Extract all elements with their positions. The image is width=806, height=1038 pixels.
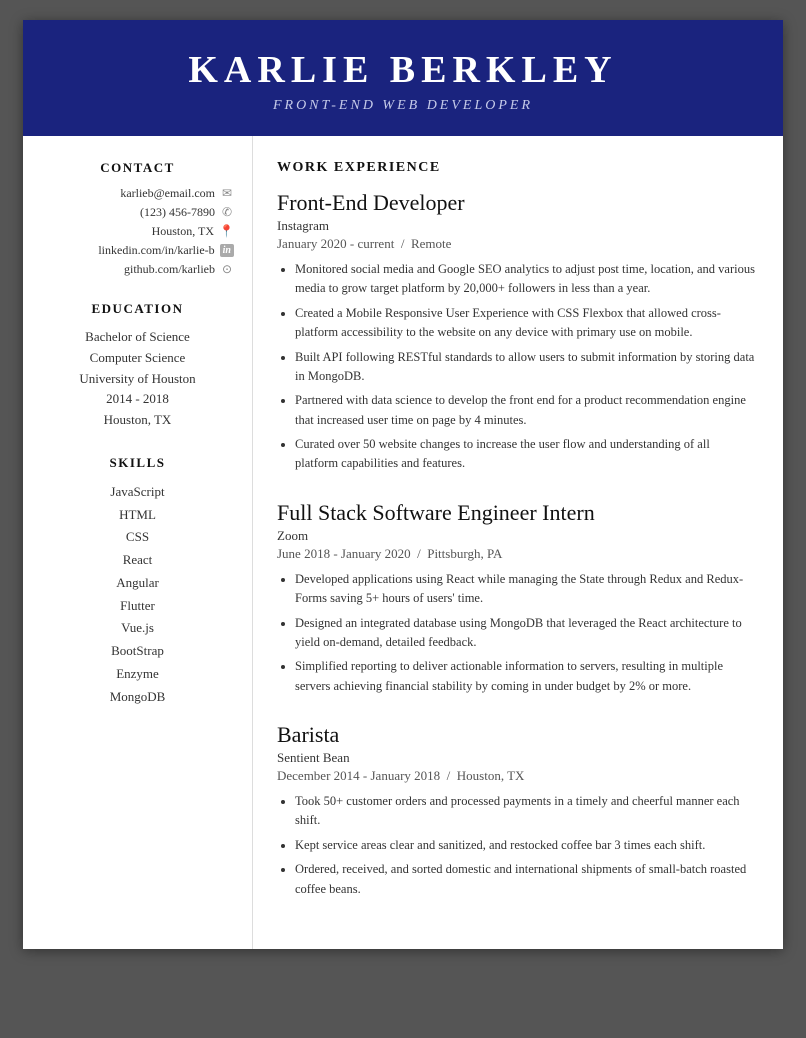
job-3: Barista Sentient Bean December 2014 - Ja… bbox=[277, 722, 755, 899]
job-2-bullet-3: Simplified reporting to deliver actionab… bbox=[295, 657, 755, 696]
work-section-title: WORK EXPERIENCE bbox=[277, 160, 755, 176]
right-column: WORK EXPERIENCE Front-End Developer Inst… bbox=[253, 136, 783, 949]
job-2: Full Stack Software Engineer Intern Zoom… bbox=[277, 500, 755, 696]
skill-flutter: Flutter bbox=[41, 595, 234, 618]
candidate-title: FRONT-END WEB DEVELOPER bbox=[43, 98, 763, 114]
contact-location: Houston, TX 📍 bbox=[41, 224, 234, 239]
contact-list: karlieb@email.com ✉ (123) 456-7890 ✆ Hou… bbox=[41, 186, 234, 277]
contact-linkedin: linkedin.com/in/karlie-b in bbox=[41, 243, 234, 258]
github-icon: ⊙ bbox=[220, 262, 234, 277]
job-2-dates: June 2018 - January 2020 bbox=[277, 546, 411, 561]
job-1-bullet-3: Built API following RESTful standards to… bbox=[295, 348, 755, 387]
skill-enzyme: Enzyme bbox=[41, 663, 234, 686]
job-3-meta: December 2014 - January 2018 / Houston, … bbox=[277, 768, 755, 784]
job-3-bullet-3: Ordered, received, and sorted domestic a… bbox=[295, 860, 755, 899]
job-2-bullet-2: Designed an integrated database using Mo… bbox=[295, 614, 755, 653]
job-1-title: Front-End Developer bbox=[277, 190, 755, 216]
skill-vuejs: Vue.js bbox=[41, 617, 234, 640]
contact-section-title: CONTACT bbox=[41, 160, 234, 176]
resume-header: KARLIE BERKLEY FRONT-END WEB DEVELOPER bbox=[23, 20, 783, 136]
email-text: karlieb@email.com bbox=[120, 186, 215, 201]
job-3-bullets: Took 50+ customer orders and processed p… bbox=[277, 792, 755, 899]
candidate-name: KARLIE BERKLEY bbox=[43, 48, 763, 92]
job-3-location: Houston, TX bbox=[457, 768, 525, 783]
education-section-title: EDUCATION bbox=[41, 301, 234, 317]
resume-container: KARLIE BERKLEY FRONT-END WEB DEVELOPER C… bbox=[23, 20, 783, 949]
skill-mongodb: MongoDB bbox=[41, 686, 234, 709]
education-years: 2014 - 2018 bbox=[41, 389, 234, 410]
education-block: Bachelor of Science Computer Science Uni… bbox=[41, 327, 234, 431]
email-icon: ✉ bbox=[220, 186, 234, 201]
job-3-title: Barista bbox=[277, 722, 755, 748]
contact-github: github.com/karlieb ⊙ bbox=[41, 262, 234, 277]
job-3-company: Sentient Bean bbox=[277, 750, 755, 766]
skills-section-title: SKILLS bbox=[41, 455, 234, 471]
job-3-separator: / bbox=[443, 768, 456, 783]
linkedin-text: linkedin.com/in/karlie-b bbox=[98, 243, 214, 258]
education-location: Houston, TX bbox=[41, 410, 234, 431]
job-1-bullets: Monitored social media and Google SEO an… bbox=[277, 260, 755, 474]
education-school: University of Houston bbox=[41, 369, 234, 390]
job-1-meta: January 2020 - current / Remote bbox=[277, 236, 755, 252]
job-2-title: Full Stack Software Engineer Intern bbox=[277, 500, 755, 526]
location-icon: 📍 bbox=[219, 224, 234, 239]
skill-html: HTML bbox=[41, 504, 234, 527]
job-1-dates: January 2020 - current bbox=[277, 236, 394, 251]
resume-body: CONTACT karlieb@email.com ✉ (123) 456-78… bbox=[23, 136, 783, 949]
job-2-bullets: Developed applications using React while… bbox=[277, 570, 755, 696]
job-2-location: Pittsburgh, PA bbox=[427, 546, 502, 561]
phone-icon: ✆ bbox=[220, 205, 234, 220]
job-1-bullet-5: Curated over 50 website changes to incre… bbox=[295, 435, 755, 474]
job-2-company: Zoom bbox=[277, 528, 755, 544]
education-major: Computer Science bbox=[41, 348, 234, 369]
job-3-bullet-2: Kept service areas clear and sanitized, … bbox=[295, 836, 755, 855]
left-column: CONTACT karlieb@email.com ✉ (123) 456-78… bbox=[23, 136, 253, 949]
job-2-separator: / bbox=[414, 546, 427, 561]
job-3-dates: December 2014 - January 2018 bbox=[277, 768, 440, 783]
linkedin-icon: in bbox=[220, 244, 234, 257]
job-1: Front-End Developer Instagram January 20… bbox=[277, 190, 755, 474]
job-3-bullet-1: Took 50+ customer orders and processed p… bbox=[295, 792, 755, 831]
skills-list: JavaScript HTML CSS React Angular Flutte… bbox=[41, 481, 234, 709]
github-text: github.com/karlieb bbox=[124, 262, 215, 277]
skill-javascript: JavaScript bbox=[41, 481, 234, 504]
job-1-company: Instagram bbox=[277, 218, 755, 234]
skill-react: React bbox=[41, 549, 234, 572]
skill-css: CSS bbox=[41, 526, 234, 549]
education-degree: Bachelor of Science bbox=[41, 327, 234, 348]
job-2-meta: June 2018 - January 2020 / Pittsburgh, P… bbox=[277, 546, 755, 562]
phone-text: (123) 456-7890 bbox=[140, 205, 215, 220]
job-1-bullet-2: Created a Mobile Responsive User Experie… bbox=[295, 304, 755, 343]
job-1-bullet-4: Partnered with data science to develop t… bbox=[295, 391, 755, 430]
job-1-location: Remote bbox=[411, 236, 451, 251]
job-1-separator: / bbox=[398, 236, 411, 251]
contact-email: karlieb@email.com ✉ bbox=[41, 186, 234, 201]
contact-phone: (123) 456-7890 ✆ bbox=[41, 205, 234, 220]
job-2-bullet-1: Developed applications using React while… bbox=[295, 570, 755, 609]
skill-bootstrap: BootStrap bbox=[41, 640, 234, 663]
skill-angular: Angular bbox=[41, 572, 234, 595]
location-text: Houston, TX bbox=[152, 224, 214, 239]
job-1-bullet-1: Monitored social media and Google SEO an… bbox=[295, 260, 755, 299]
